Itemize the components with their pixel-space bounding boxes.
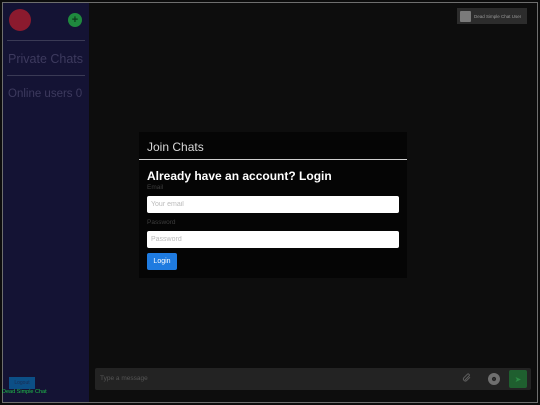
profile-picture (460, 10, 471, 22)
login-heading: Already have an account? Login (147, 169, 332, 183)
online-users-count: Online users 0 (8, 88, 83, 100)
plus-icon: + (71, 13, 79, 26)
login-button[interactable]: Login (147, 253, 177, 270)
user-profile[interactable]: Dead Simple Chat User (457, 8, 527, 24)
message-bar: ☻ ➤ (95, 368, 531, 390)
profile-name: Dead Simple Chat User (474, 13, 522, 19)
private-chats-heading: Private Chats (8, 52, 84, 66)
send-icon: ➤ (514, 374, 522, 384)
message-input[interactable] (100, 372, 400, 385)
send-button[interactable]: ➤ (509, 370, 527, 388)
email-field[interactable] (147, 196, 399, 213)
sidebar-divider (7, 40, 85, 41)
footer-brand: Dead Simple Chat (2, 389, 47, 395)
logout-button[interactable]: Logout (9, 377, 35, 389)
emoji-icon[interactable]: ☻ (488, 373, 500, 385)
sidebar-divider (7, 75, 85, 76)
email-label: Email (147, 184, 164, 191)
app-window: + Private Chats Online users 0 Logout De… (2, 2, 538, 403)
password-label: Password (147, 219, 176, 226)
paperclip-icon[interactable] (461, 373, 473, 385)
modal-title: Join Chats (147, 140, 204, 154)
login-modal: Join Chats Already have an account? Logi… (139, 132, 407, 278)
sidebar: + Private Chats Online users 0 Logout (3, 3, 89, 402)
avatar[interactable] (9, 9, 31, 31)
modal-divider (139, 159, 407, 160)
add-chat-button[interactable]: + (68, 13, 82, 27)
password-field[interactable] (147, 231, 399, 248)
